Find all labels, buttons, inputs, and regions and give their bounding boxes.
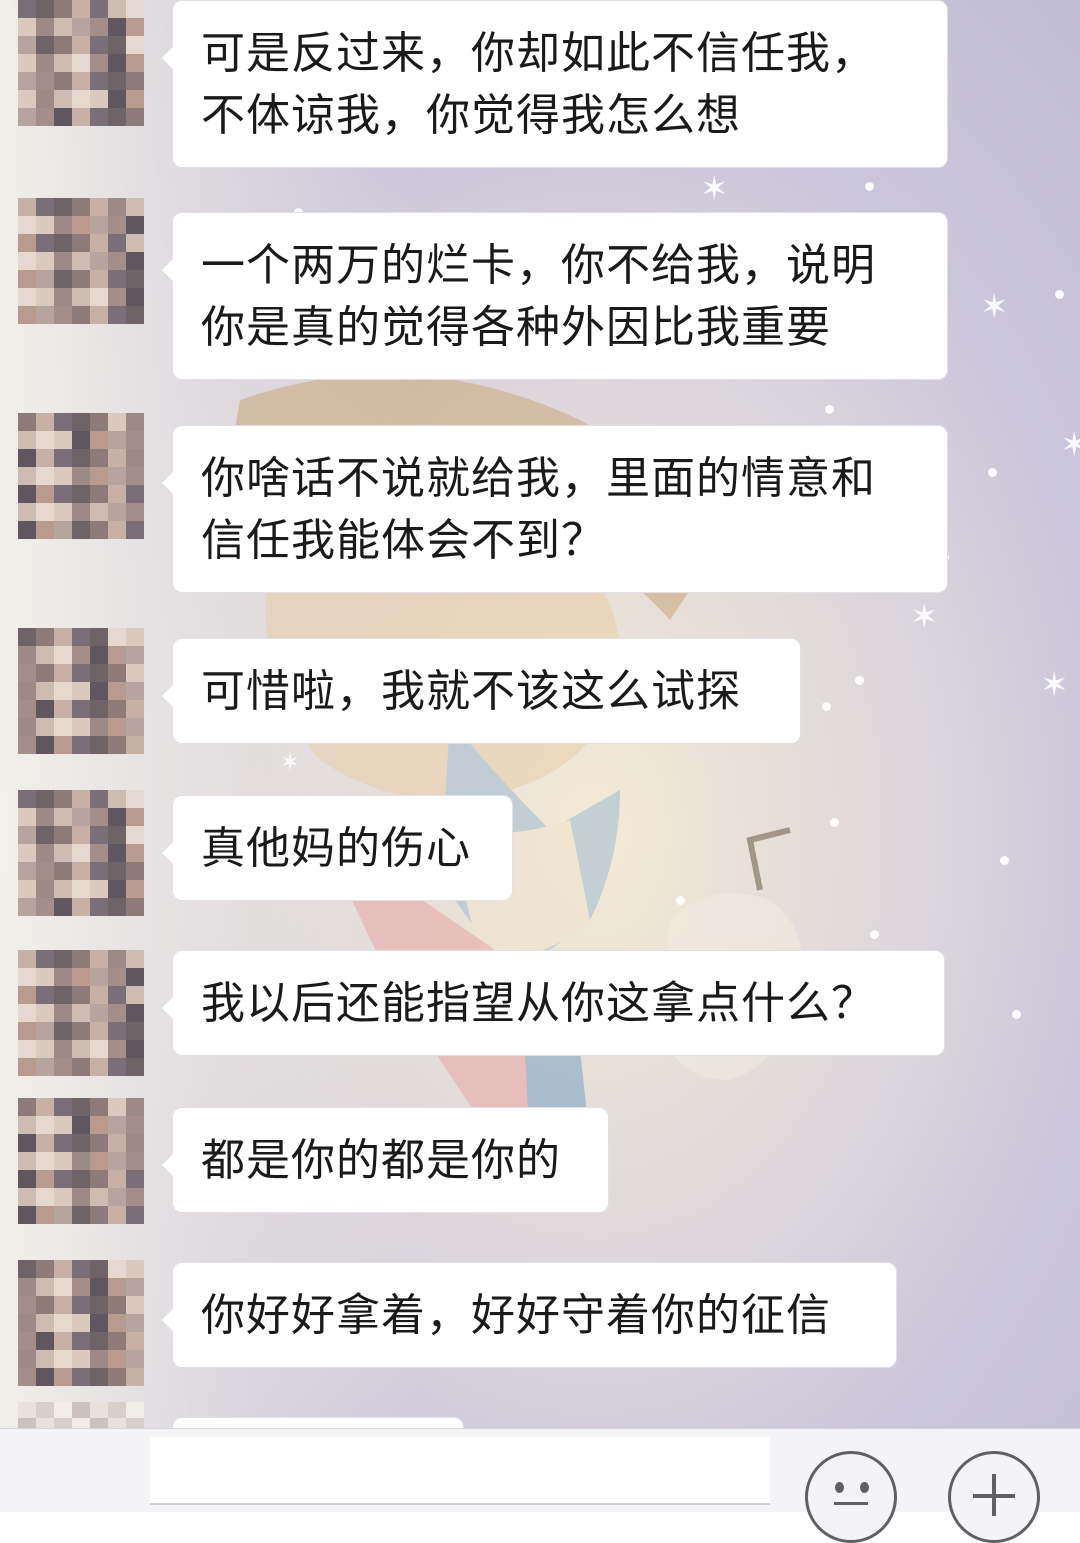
star-dot: [865, 182, 874, 191]
star-decoration: ✶: [1060, 425, 1080, 465]
emoji-eye-icon: [860, 1482, 869, 1493]
avatar[interactable]: [18, 198, 144, 324]
star-dot: [1012, 1010, 1021, 1019]
avatar[interactable]: [18, 0, 144, 126]
message-input[interactable]: [150, 1437, 770, 1505]
message-bubble[interactable]: 可是反过来，你却如此不信任我， 不体谅我，你觉得我怎么想: [160, 0, 948, 168]
star-decoration: ✶: [700, 169, 729, 209]
star-dot: [870, 930, 879, 939]
message-text: 不体谅我，你觉得我怎么想: [201, 90, 741, 141]
message-bubble[interactable]: 我以后还能指望从你这拿点什么？: [160, 950, 945, 1056]
star-dot: [825, 405, 834, 414]
emoji-face-icon[interactable]: [805, 1451, 897, 1543]
avatar[interactable]: [18, 413, 144, 539]
star-dot: [830, 818, 839, 827]
message-bubble[interactable]: 都是你的都是你的: [160, 1107, 609, 1213]
message-bubble[interactable]: 真他妈的伤心: [160, 795, 513, 901]
avatar[interactable]: [18, 790, 144, 916]
star-dot: [676, 896, 685, 905]
star-dot: [822, 702, 831, 711]
message-text: 可是反过来，你却如此不信任我，: [201, 28, 876, 79]
message-bubble[interactable]: 可惜啦，我就不该这么试探: [160, 638, 801, 744]
star-dot: [1055, 290, 1064, 299]
avatar[interactable]: [18, 628, 144, 754]
message-text: 可惜啦，我就不该这么试探: [201, 666, 741, 717]
emoji-eye-icon: [835, 1482, 844, 1493]
message-bubble[interactable]: 一个两万的烂卡，你不给我，说明 你是真的觉得各种外因比我重要: [160, 212, 948, 380]
star-dot: [1000, 856, 1009, 865]
message-bubble[interactable]: 你啥话不说就给我，里面的情意和 信任我能体会不到？: [160, 425, 948, 593]
message-text: 你是真的觉得各种外因比我重要: [201, 302, 831, 353]
star-dot: [988, 468, 997, 477]
message-text: 都是你的都是你的: [201, 1135, 561, 1186]
message-text: 真他妈的伤心: [201, 823, 471, 874]
message-text: 你好好拿着，好好守着你的征信: [201, 1290, 831, 1341]
star-decoration: ✶: [280, 748, 301, 776]
avatar[interactable]: [18, 950, 144, 1076]
message-text: 信任我能体会不到？: [201, 515, 606, 566]
emoji-mouth-icon: [834, 1502, 868, 1505]
star-dot: [855, 676, 864, 685]
plus-vertical-stroke: [992, 1474, 996, 1516]
avatar[interactable]: [18, 1260, 144, 1386]
star-decoration: ✶: [980, 287, 1009, 327]
message-text: 我以后还能指望从你这拿点什么？: [201, 978, 876, 1029]
plus-icon[interactable]: [948, 1451, 1040, 1543]
message-text: 一个两万的烂卡，你不给我，说明: [201, 240, 876, 291]
message-text: 你啥话不说就给我，里面的情意和: [201, 453, 876, 504]
chat-input-bar: [0, 1428, 1080, 1543]
star-decoration: ✶: [1040, 665, 1069, 705]
star-decoration: ✶: [910, 597, 939, 637]
message-bubble[interactable]: 你好好拿着，好好守着你的征信: [160, 1262, 897, 1368]
avatar[interactable]: [18, 1098, 144, 1224]
